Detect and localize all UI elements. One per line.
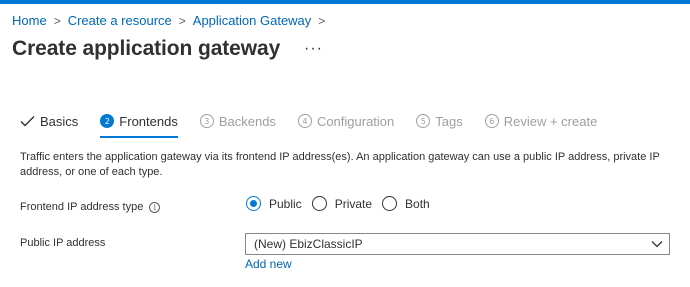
public-ip-address-label: Public IP address [20, 237, 105, 249]
tab-label: Frontends [119, 113, 178, 129]
info-icon[interactable]: i [149, 201, 161, 213]
tab-label: Configuration [316, 113, 395, 129]
tab-basics[interactable]: Basics [20, 110, 78, 132]
dropdown-selected-value: (New) EbizClassicIP [254, 237, 363, 251]
checkmark-icon [20, 114, 36, 128]
tab-label: Tags [435, 113, 463, 129]
tab-label: Basics [40, 113, 79, 129]
radio-both[interactable]: Both [382, 196, 430, 211]
add-new-public-ip-link[interactable]: Add new [245, 257, 292, 271]
step-number-badge: 3 [199, 114, 214, 128]
radio-label: Both [405, 196, 430, 211]
breadcrumb-create-a-resource[interactable]: Create a resource [68, 13, 172, 28]
radio-public[interactable]: Public [246, 196, 302, 211]
tab-configuration[interactable]: 4 Configuration [297, 110, 395, 132]
frontend-ip-type-radio-group: Public Private Both [246, 196, 440, 211]
chevron-right-icon: > [318, 13, 326, 28]
breadcrumb: Home > Create a resource > Application G… [12, 13, 332, 28]
radio-label: Public [269, 196, 302, 211]
tab-label: Review + create [503, 113, 598, 129]
more-options-button[interactable]: ··· [304, 40, 323, 58]
public-ip-address-dropdown[interactable]: (New) EbizClassicIP [245, 233, 670, 255]
tab-review-create[interactable]: 6 Review + create [484, 110, 598, 132]
top-accent-bar [0, 0, 690, 4]
wizard-tabs: Basics 2 Frontends 3 Backends 4 Configur… [20, 110, 619, 138]
breadcrumb-home[interactable]: Home [12, 13, 47, 28]
radio-circle[interactable] [382, 196, 398, 211]
page-title: Create application gateway [12, 37, 281, 60]
step-number-badge: 6 [484, 114, 499, 128]
radio-circle[interactable] [246, 196, 261, 211]
chevron-right-icon: > [178, 13, 186, 28]
step-number-badge: 2 [100, 114, 115, 128]
tab-frontends[interactable]: 2 Frontends [100, 110, 178, 138]
radio-private[interactable]: Private [311, 196, 373, 211]
tab-backends[interactable]: 3 Backends [199, 110, 276, 132]
frontend-ip-type-label: Frontend IP address type i [20, 201, 161, 213]
tab-tags[interactable]: 5 Tags [416, 110, 463, 132]
step-number-badge: 5 [416, 114, 431, 128]
frontend-ip-type-label-text: Frontend IP address type [20, 201, 144, 213]
frontends-description: Traffic enters the application gateway v… [20, 151, 660, 178]
step-number-badge: 4 [297, 114, 312, 128]
radio-label: Private [334, 196, 373, 211]
chevron-down-icon [651, 238, 663, 250]
radio-circle[interactable] [311, 196, 327, 211]
public-ip-address-label-text: Public IP address [20, 237, 106, 249]
breadcrumb-application-gateway[interactable]: Application Gateway [193, 13, 312, 28]
chevron-right-icon: > [53, 13, 61, 28]
tab-label: Backends [218, 113, 276, 129]
